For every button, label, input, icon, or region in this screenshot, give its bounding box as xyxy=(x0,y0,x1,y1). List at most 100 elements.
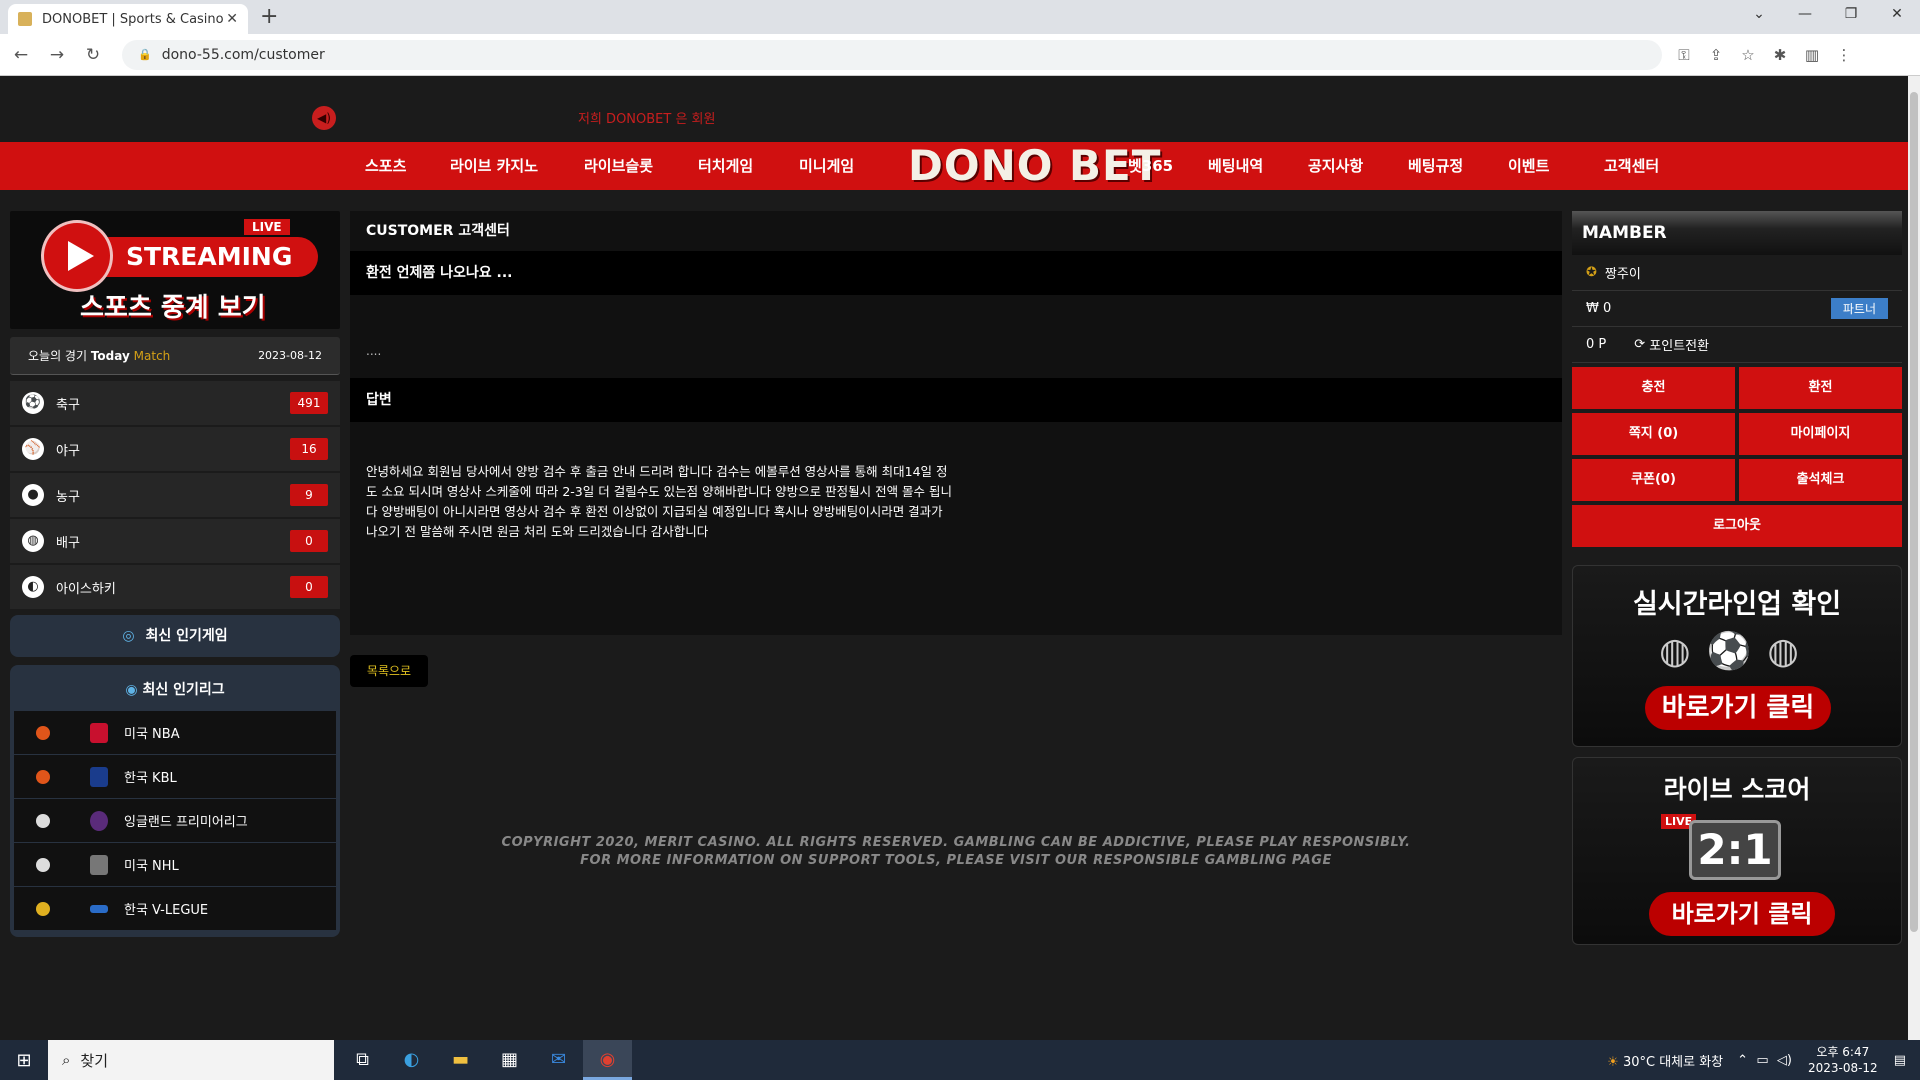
share-icon[interactable]: ⇪ xyxy=(1700,46,1732,64)
weather-widget[interactable]: ☀ 30°C 대체로 화창 xyxy=(1607,1051,1723,1070)
sports-list: ⚽ 축구 491 ⚾ 야구 16 ● 농구 9 ◍ 배구 0 ◐ 아이스하키 0 xyxy=(10,381,340,609)
point-convert-link[interactable]: 포인트전환 xyxy=(1649,335,1709,354)
sport-item-basketball[interactable]: ● 농구 9 xyxy=(10,473,340,517)
messages-button[interactable]: 쪽지 (0) xyxy=(1572,413,1735,455)
tab-search-icon[interactable]: ⌄ xyxy=(1736,0,1782,30)
streaming-title: STREAMING xyxy=(84,237,318,277)
clock-time: 오후 6:47 xyxy=(1816,1045,1870,1059)
customer-center-content: CUSTOMER 고객센터 환전 언제쯤 나오나요 ... .... 답변 안녕… xyxy=(350,211,1562,687)
site-logo[interactable]: DONO BET xyxy=(908,145,1161,187)
popular-games-label: 최신 인기게임 xyxy=(145,628,228,644)
file-explorer-icon[interactable]: ▬ xyxy=(436,1040,485,1080)
logout-button[interactable]: 로그아웃 xyxy=(1572,505,1902,547)
league-item[interactable]: 미국 NHL xyxy=(14,843,336,886)
back-arrow-icon[interactable]: ← xyxy=(6,45,36,65)
league-name: 한국 V-LEGUE xyxy=(124,903,209,918)
edge-browser-icon[interactable]: ◐ xyxy=(387,1040,436,1080)
sport-item-volleyball[interactable]: ◍ 배구 0 xyxy=(10,519,340,563)
attendance-button[interactable]: 출석체크 xyxy=(1739,459,1902,501)
live-score-banner-cta[interactable]: 바로가기 클릭 xyxy=(1649,892,1835,936)
streaming-banner[interactable]: LIVE STREAMING 스포츠 중계 보기 xyxy=(10,211,340,329)
league-item[interactable]: 미국 NBA xyxy=(14,711,336,754)
new-tab-button[interactable]: + xyxy=(260,4,278,29)
vleague-logo-icon xyxy=(90,904,108,913)
scrollbar-thumb[interactable] xyxy=(1910,92,1918,932)
league-item[interactable]: 한국 KBL xyxy=(14,755,336,798)
nav-bet-history[interactable]: 베팅내역 xyxy=(1208,142,1263,190)
league-item[interactable]: 잉글랜드 프리미어리그 xyxy=(14,799,336,842)
mypage-button[interactable]: 마이페이지 xyxy=(1739,413,1902,455)
task-view-icon[interactable]: ⧉ xyxy=(338,1040,387,1080)
back-to-list-button[interactable]: 목록으로 xyxy=(350,655,428,687)
nba-logo-icon xyxy=(90,722,108,743)
live-badge: LIVE xyxy=(244,219,290,235)
mail-icon[interactable]: ✉ xyxy=(534,1040,583,1080)
page-scrollbar[interactable] xyxy=(1908,76,1920,1040)
nav-sports[interactable]: 스포츠 xyxy=(365,142,406,190)
sport-item-baseball[interactable]: ⚾ 야구 16 xyxy=(10,427,340,471)
answer-text: 안녕하세요 회원님 당사에서 양방 검수 후 출금 안내 드리려 합니다 검수는… xyxy=(366,464,953,539)
sport-label: 축구 xyxy=(56,397,80,413)
tray-chevron-icon[interactable]: ⌃ xyxy=(1737,1053,1748,1068)
footer-copyright: COPYRIGHT 2020, MERIT CASINO. ALL RIGHTS… xyxy=(501,835,1411,850)
sports-balls-icon: ◍⚽◍ xyxy=(1659,631,1815,672)
close-window-button[interactable]: ✕ xyxy=(1874,0,1920,30)
nav-live-slot[interactable]: 라이브슬롯 xyxy=(584,142,653,190)
volume-icon[interactable]: ◁) xyxy=(1777,1053,1792,1068)
lock-icon[interactable]: 🔒 xyxy=(138,48,152,61)
tab-close-icon[interactable]: ✕ xyxy=(226,11,238,27)
nav-mini-game[interactable]: 미니게임 xyxy=(799,142,854,190)
answer-heading: 답변 xyxy=(350,378,1562,422)
today-label: 오늘의 경기 xyxy=(28,349,88,363)
reload-icon[interactable]: ↻ xyxy=(78,45,108,65)
volleyball-dot-icon xyxy=(36,901,50,916)
member-name-row: ✪ 짱주이 xyxy=(1572,255,1902,291)
clock[interactable]: 오후 6:47 2023-08-12 xyxy=(1808,1044,1878,1076)
withdraw-button[interactable]: 환전 xyxy=(1739,367,1902,409)
lineup-banner-cta[interactable]: 바로가기 클릭 xyxy=(1645,686,1831,730)
nav-live-casino[interactable]: 라이브 카지노 xyxy=(450,142,538,190)
popular-leagues-label: 최신 인기리그 xyxy=(142,682,225,698)
store-icon[interactable]: ▦ xyxy=(485,1040,534,1080)
network-icon[interactable]: ▭ xyxy=(1756,1053,1768,1068)
nav-bet-rules[interactable]: 베팅규정 xyxy=(1408,142,1463,190)
coupon-button[interactable]: 쿠폰(0) xyxy=(1572,459,1735,501)
sport-item-ice-hockey[interactable]: ◐ 아이스하키 0 xyxy=(10,565,340,609)
nav-notice[interactable]: 공지사항 xyxy=(1308,142,1363,190)
basketball-dot-icon xyxy=(36,769,50,784)
browser-tab[interactable]: DONOBET | Sports & Casino ✕ xyxy=(8,4,248,34)
popular-games-button[interactable]: ◎ 최신 인기게임 xyxy=(10,615,340,657)
windows-start-icon[interactable]: ⊞ xyxy=(0,1050,48,1071)
chrome-icon[interactable]: ◉ xyxy=(583,1040,632,1080)
restore-button[interactable]: ❐ xyxy=(1828,0,1874,30)
minimize-button[interactable]: — xyxy=(1782,0,1828,30)
bookmark-star-icon[interactable]: ☆ xyxy=(1732,46,1764,64)
today-en: Today xyxy=(90,348,130,363)
menu-dots-icon[interactable]: ⋮ xyxy=(1828,46,1860,64)
nav-bet365[interactable]: 벳365 xyxy=(1128,142,1173,190)
popular-leagues-box: ◉ 최신 인기리그 미국 NBA 한국 KBL 잉글랜드 프리미어리그 미국 N… xyxy=(10,665,340,937)
key-icon[interactable]: ⚿ xyxy=(1668,46,1700,64)
nav-customer-center[interactable]: 고객센터 xyxy=(1604,142,1659,190)
extensions-puzzle-icon[interactable]: ✱ xyxy=(1764,46,1796,64)
address-bar[interactable]: 🔒 dono-55.com/customer xyxy=(122,39,1662,70)
nav-touch-game[interactable]: 터치게임 xyxy=(698,142,753,190)
kbl-logo-icon xyxy=(90,766,108,787)
live-score-banner-title: 라이브 스코어 xyxy=(1663,775,1811,804)
point-convert-icon[interactable]: ⟳ xyxy=(1634,337,1645,352)
league-name: 잉글랜드 프리미어리그 xyxy=(124,815,248,830)
sound-toggle-icon[interactable]: ◀) xyxy=(312,106,336,130)
lineup-banner[interactable]: 실시간라인업 확인 ◍⚽◍ 바로가기 클릭 xyxy=(1572,565,1902,747)
forward-arrow-icon[interactable]: → xyxy=(42,45,72,65)
sport-item-soccer[interactable]: ⚽ 축구 491 xyxy=(10,381,340,425)
nav-events[interactable]: 이벤트 xyxy=(1508,142,1549,190)
deposit-button[interactable]: 충전 xyxy=(1572,367,1735,409)
live-score-banner[interactable]: 라이브 스코어 LIVE 2:1 바로가기 클릭 xyxy=(1572,757,1902,945)
side-panel-icon[interactable]: ▥ xyxy=(1796,46,1828,64)
notification-icon[interactable]: ▤ xyxy=(1894,1053,1906,1068)
partner-badge[interactable]: 파트너 xyxy=(1830,298,1888,319)
taskbar-search[interactable]: ⌕ 찾기 xyxy=(48,1040,334,1080)
league-item[interactable]: 한국 V-LEGUE xyxy=(14,887,336,930)
weather-text: 30°C 대체로 화창 xyxy=(1622,1054,1724,1070)
question-body: .... xyxy=(350,295,1562,378)
